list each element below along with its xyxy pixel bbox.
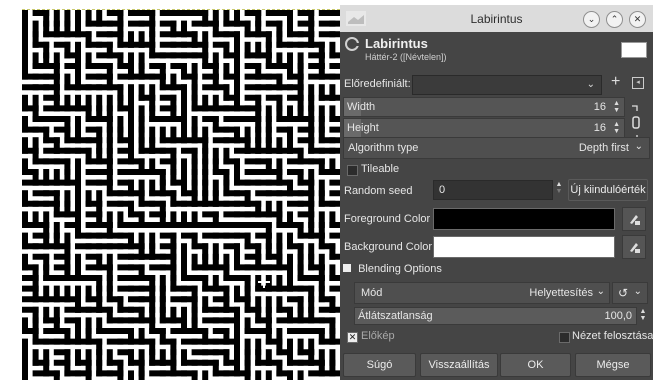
height-label: Height: [347, 122, 379, 134]
seed-label: Random seed: [344, 185, 413, 197]
foreground-label: Foreground Color: [344, 213, 431, 225]
split-view-checkbox[interactable]: [559, 332, 570, 343]
dialog-header: Labirintus Háttér-2 ([Névtelen]): [340, 32, 653, 68]
mode-reset-button[interactable]: ↺ ⌄: [612, 282, 648, 304]
algorithm-label: Algorithm type: [348, 142, 419, 154]
color-picker-icon: [630, 243, 640, 253]
plugin-title: Labirintus: [365, 36, 428, 51]
width-label: Width: [347, 101, 376, 113]
preview-checkbox[interactable]: ✕: [347, 332, 358, 343]
new-seed-button[interactable]: Új kiindulóérték: [568, 179, 648, 201]
mode-combo[interactable]: Mód Helyettesítés ⌄: [354, 282, 610, 304]
chevron-down-icon: ⌄: [634, 141, 643, 152]
tileable-checkbox[interactable]: [347, 165, 358, 176]
foreground-picker-button[interactable]: [622, 207, 646, 231]
titlebar[interactable]: Labirintus ⌄ ⌃ ✕: [340, 5, 653, 32]
width-stepper-icon[interactable]: ▲ ▼: [613, 100, 620, 114]
width-value: 16: [593, 101, 606, 113]
height-value: 16: [593, 122, 606, 134]
maze-dialog: Labirintus ⌄ ⌃ ✕ Labirintus Háttér-2 ([N…: [340, 5, 653, 380]
reset-button[interactable]: Visszaállítás: [420, 353, 498, 377]
ok-button[interactable]: OK: [500, 353, 571, 377]
presets-combo[interactable]: ⌄: [412, 75, 602, 95]
plugin-subtitle: Háttér-2 ([Névtelen]): [365, 52, 447, 62]
opacity-label: Átlátszatlanság: [358, 310, 433, 322]
opacity-spin-scale[interactable]: Átlátszatlanság 100,0: [354, 307, 637, 325]
opacity-stepper-icon[interactable]: ▲ ▼: [638, 308, 648, 322]
maze-preview: [22, 10, 340, 380]
tileable-label: Tileable: [361, 163, 400, 175]
chevron-down-icon: ⌄: [596, 286, 605, 297]
chevron-down-icon: ⌄: [633, 286, 642, 297]
background-color-button[interactable]: [433, 236, 615, 258]
blending-label: Blending Options: [358, 263, 442, 275]
cross-pointer-icon: [258, 276, 270, 288]
algorithm-value: Depth first: [578, 142, 629, 154]
close-icon[interactable]: ✕: [629, 11, 646, 28]
gimp-logo-icon: [345, 37, 360, 51]
background-label: Background Color: [344, 241, 433, 253]
preview-label: Előkép: [361, 330, 395, 342]
minimize-icon[interactable]: ⌄: [583, 11, 600, 28]
help-button[interactable]: Súgó: [343, 353, 416, 377]
presets-label: Előredefiniált:: [344, 78, 411, 90]
collapse-icon: [343, 264, 351, 272]
blending-options-expander[interactable]: Blending Options: [343, 263, 442, 275]
seed-input[interactable]: 0: [433, 180, 553, 200]
add-preset-icon[interactable]: +: [611, 73, 620, 91]
seed-value: 0: [439, 184, 446, 196]
height-spin-scale[interactable]: Height 16 ▲ ▼: [343, 118, 625, 138]
opacity-value: 100,0: [604, 310, 632, 322]
foreground-color-button[interactable]: [433, 208, 615, 230]
width-spin-scale[interactable]: Width 16 ▲ ▼: [343, 97, 625, 117]
reset-icon: ↺: [618, 286, 629, 300]
preview-thumbnail: [621, 42, 647, 58]
cancel-button[interactable]: Mégse: [575, 353, 651, 377]
chevron-down-icon: ⌄: [586, 79, 595, 90]
height-stepper-icon[interactable]: ▲ ▼: [613, 121, 620, 135]
split-view-label: Nézet felosztása: [572, 330, 654, 342]
color-picker-icon: [630, 215, 640, 225]
mode-label: Mód: [361, 287, 383, 299]
algorithm-combo[interactable]: Algorithm type Depth first ⌄: [343, 137, 650, 159]
background-picker-button[interactable]: [622, 235, 646, 259]
mode-value: Helyettesítés: [529, 287, 593, 299]
seed-stepper-icon[interactable]: ▲ ▼: [554, 181, 564, 195]
manage-presets-icon[interactable]: ◂: [632, 77, 644, 89]
maximize-icon[interactable]: ⌃: [606, 11, 623, 28]
image-canvas[interactable]: [0, 0, 340, 380]
